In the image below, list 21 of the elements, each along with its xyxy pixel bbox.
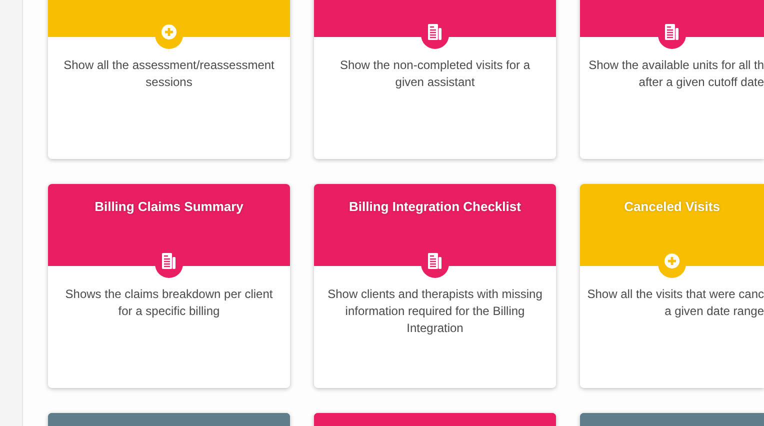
- card-description: Show the non-completed visits for a given assistant: [338, 57, 532, 91]
- plus-circle-icon: [664, 253, 680, 269]
- report-card[interactable]: Billing Integration Checklist Show clients and therapists with missing information required for the Billing Integration: [314, 184, 556, 388]
- document-icon: [428, 24, 442, 40]
- card-title: Billing Claims Summary: [94, 198, 244, 216]
- document-icon: [162, 253, 176, 269]
- report-card[interactable]: Show the available units for all th after a given cutoff date: [580, 0, 764, 159]
- report-card[interactable]: Show the non-completed visits for a given assistant: [314, 0, 556, 159]
- document-icon: [665, 24, 679, 40]
- report-card[interactable]: Canceled Visits Show all the visits that were canc a given date range: [580, 184, 764, 388]
- card-description: Show all the visits that were canc a given date range: [586, 286, 764, 320]
- card-description: Show all the assessment/reassessment sessions: [62, 57, 276, 91]
- plus-circle-icon: [161, 24, 177, 40]
- card-title: Billing Integration Checklist: [348, 198, 522, 216]
- report-card[interactable]: Show all the assessment/reassessment sessions: [48, 0, 290, 159]
- card-description: Show clients and therapists with missing information required for the Billing Integration: [326, 286, 544, 337]
- document-icon: [428, 253, 442, 269]
- card-description: Show the available units for all th after a given cutoff date: [588, 57, 764, 91]
- report-card[interactable]: Billing Claims Summary Shows the claims breakdown per client for a specific billing: [48, 184, 290, 388]
- card-title: Canceled Visits: [623, 198, 721, 216]
- card-description: Shows the claims breakdown per client for a specific billing: [64, 286, 274, 320]
